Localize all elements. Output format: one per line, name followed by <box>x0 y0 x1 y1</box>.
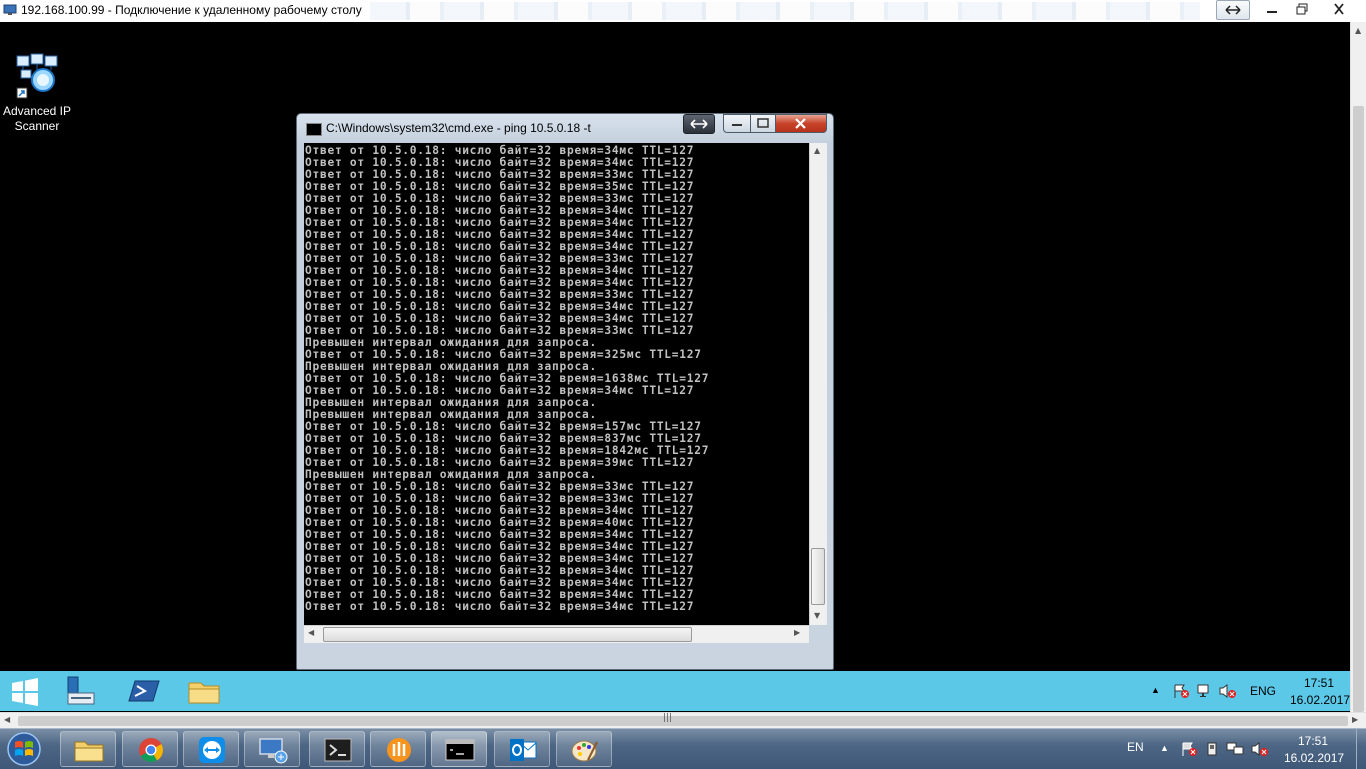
teamviewer-icon <box>199 737 225 763</box>
taskbar-file-explorer[interactable] <box>60 731 116 767</box>
cmd-icon <box>306 123 322 136</box>
console-line: Ответ от 10.5.0.18: число байт=32 время=… <box>305 600 695 613</box>
cmd-window-title: C:\Windows\system32\cmd.exe - ping 10.5.… <box>326 121 591 135</box>
minimize-button[interactable] <box>723 114 751 133</box>
tray-expand-icon[interactable]: ▲ <box>1151 685 1160 695</box>
remote-desktop: Advanced IP Scanner C:\Windows\system32\… <box>0 22 1350 712</box>
chrome-icon <box>139 738 163 763</box>
taskbar-outlook[interactable] <box>494 731 550 767</box>
clock-date[interactable]: 16.02.2017 <box>1284 751 1344 765</box>
scroll-down-arrow-icon[interactable]: ▼ <box>814 611 820 620</box>
console-text: Ответ от 10.5.0.18: число байт=32 время=… <box>304 143 809 613</box>
action-center-flag-icon[interactable] <box>1180 741 1198 757</box>
taskbar-paint[interactable] <box>556 731 612 767</box>
resize-button[interactable] <box>683 114 715 134</box>
console-vertical-scrollbar[interactable]: ▲ ▼ <box>809 143 827 625</box>
rdp-resize-button[interactable] <box>1216 0 1250 20</box>
clock-time[interactable]: 17:51 <box>1298 734 1328 748</box>
rdp-title: 192.168.100.99 - Подключение к удаленном… <box>21 3 362 17</box>
language-indicator[interactable]: ENG <box>1250 684 1276 698</box>
rdp-tab-strip <box>370 2 1200 20</box>
close-button[interactable] <box>775 114 827 133</box>
paint-icon <box>571 740 598 762</box>
rdp-horizontal-scrollbar[interactable]: ◀ ||| ▶ <box>0 712 1366 729</box>
rdp-title-bar: 192.168.100.99 - Подключение к удаленном… <box>0 0 1366 23</box>
powershell-icon[interactable] <box>127 675 161 707</box>
tray-expand-icon[interactable]: ▲ <box>1160 743 1169 753</box>
scroll-up-arrow-icon[interactable]: ▲ <box>1355 26 1361 35</box>
local-taskbar: EN ▲ 17:51 16.02.2017 <box>0 728 1366 769</box>
scroll-right-arrow-icon[interactable]: ▶ <box>794 628 800 637</box>
scroll-left-arrow-icon[interactable]: ◀ <box>4 715 10 724</box>
usb-device-icon[interactable] <box>1204 741 1220 757</box>
start-button-icon[interactable] <box>4 731 44 767</box>
show-desktop-button[interactable] <box>1356 729 1366 769</box>
taskbar-cmd[interactable] <box>431 731 487 767</box>
clock-time[interactable]: 17:51 <box>1304 676 1334 690</box>
rdp-close-button[interactable] <box>1324 0 1360 18</box>
taskbar-teamviewer[interactable] <box>183 731 239 767</box>
volume-muted-icon[interactable] <box>1250 741 1270 757</box>
console-horizontal-scrollbar[interactable]: ◀ ▶ <box>304 625 809 643</box>
cmd-window[interactable]: C:\Windows\system32\cmd.exe - ping 10.5.… <box>296 113 834 670</box>
taskbar-remote-desktop[interactable] <box>244 731 300 767</box>
cmd-icon <box>445 739 475 761</box>
desktop-icon-label: Advanced IP Scanner <box>2 104 72 133</box>
server-manager-icon[interactable] <box>64 675 98 707</box>
scroll-thumb[interactable] <box>811 548 825 605</box>
file-explorer-icon <box>74 741 104 762</box>
action-center-flag-icon[interactable] <box>1172 683 1190 699</box>
console-output[interactable]: Ответ от 10.5.0.18: число байт=32 время=… <box>304 143 809 625</box>
network-icon[interactable] <box>1196 683 1214 699</box>
remote-taskbar: ▲ ENG 17:51 16.02.2017 <box>0 671 1350 711</box>
language-indicator[interactable]: EN <box>1127 740 1144 754</box>
rdp-restore-button[interactable] <box>1288 0 1316 18</box>
taskbar-powershell[interactable] <box>309 731 365 767</box>
taskbar-chrome[interactable] <box>122 731 178 767</box>
network-scanner-icon <box>16 53 58 99</box>
remote-desktop-icon <box>3 4 17 15</box>
desktop-icon-advanced-ip-scanner[interactable]: Advanced IP Scanner <box>2 52 72 134</box>
file-explorer-icon[interactable] <box>187 675 221 707</box>
scroll-thumb[interactable] <box>18 716 1348 726</box>
network-icon[interactable] <box>1226 741 1244 757</box>
volume-muted-icon[interactable] <box>1218 683 1238 699</box>
rdp-vertical-scrollbar[interactable]: ▲ <box>1350 22 1366 712</box>
scroll-thumb[interactable] <box>1353 106 1364 712</box>
scroll-up-arrow-icon[interactable]: ▲ <box>814 146 820 155</box>
clock-date[interactable]: 16.02.2017 <box>1290 693 1350 707</box>
outlook-icon <box>510 739 537 761</box>
taskbar-app-orange[interactable] <box>370 731 426 767</box>
scroll-left-arrow-icon[interactable]: ◀ <box>308 628 314 637</box>
windows-logo-icon[interactable] <box>8 675 42 707</box>
app-orange-icon <box>387 738 411 762</box>
powershell-icon <box>324 738 352 762</box>
cmd-title-bar[interactable]: C:\Windows\system32\cmd.exe - ping 10.5.… <box>297 114 833 142</box>
rdp-minimize-button[interactable] <box>1258 0 1286 18</box>
remote-desktop-icon <box>259 738 288 764</box>
scroll-thumb[interactable] <box>323 627 692 642</box>
scroll-right-arrow-icon[interactable]: ▶ <box>1352 715 1358 724</box>
scroll-grip-icon: ||| <box>663 713 673 723</box>
maximize-button[interactable] <box>750 114 776 133</box>
